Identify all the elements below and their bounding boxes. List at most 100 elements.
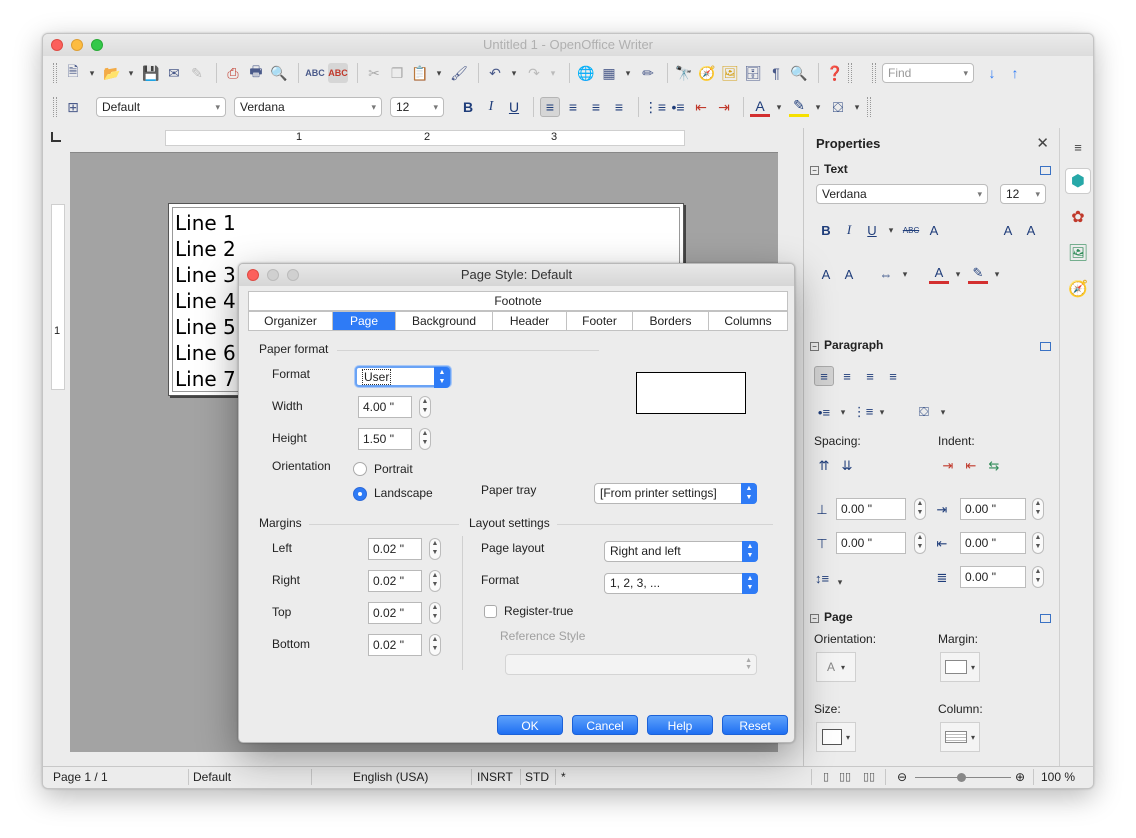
paper-tray-select[interactable]: [From printer settings] ▲ ▼: [594, 483, 757, 504]
ok-button[interactable]: OK: [497, 715, 563, 735]
bottom-margin-field[interactable]: 0.02 ": [368, 634, 422, 656]
highlight-dropdown-icon[interactable]: ▾: [991, 264, 1003, 284]
paragraph-section-header[interactable]: − Paragraph: [810, 338, 883, 352]
zoom-out-icon[interactable]: ⊖: [897, 770, 907, 784]
new-document-icon[interactable]: 🗎: [63, 63, 83, 83]
background-color-dropdown-icon[interactable]: ▾: [851, 97, 863, 117]
increase-indent-icon[interactable]: ⇥: [714, 97, 734, 117]
justify-icon[interactable]: ≡: [883, 366, 903, 386]
subscript-icon[interactable]: A: [839, 264, 859, 284]
decrease-font-icon[interactable]: A: [1021, 220, 1041, 240]
email-icon[interactable]: ✉: [164, 63, 184, 83]
paragraph-style-combo[interactable]: Default ▾: [96, 97, 226, 117]
bottom-margin-stepper[interactable]: ▲ ▼: [429, 634, 441, 656]
width-field[interactable]: 4.00 ": [358, 396, 412, 418]
toolbar-grip[interactable]: [53, 63, 57, 83]
line-spacing-icon[interactable]: ↕≡: [812, 568, 832, 588]
find-replace-icon[interactable]: 🔭: [674, 63, 694, 83]
first-line-stepper[interactable]: ▲ ▼: [1032, 566, 1044, 588]
decrease-indent-icon[interactable]: ⇤: [691, 97, 711, 117]
height-field[interactable]: 1.50 ": [358, 428, 412, 450]
top-margin-field[interactable]: 0.02 ": [368, 602, 422, 624]
undo-dropdown-icon[interactable]: ▾: [508, 63, 520, 83]
data-sources-icon[interactable]: 🗄: [743, 63, 763, 83]
top-margin-stepper[interactable]: ▲ ▼: [429, 602, 441, 624]
navigator-deck-icon[interactable]: 🧭: [1065, 276, 1091, 302]
open-folder-icon[interactable]: 📂: [102, 63, 122, 83]
open-dropdown-icon[interactable]: ▾: [125, 63, 137, 83]
more-options-icon[interactable]: [1040, 614, 1051, 623]
indent-before-stepper[interactable]: ▲ ▼: [1032, 498, 1044, 520]
zoom-window-button[interactable]: [91, 39, 103, 51]
autospellcheck-icon[interactable]: ABC: [328, 63, 348, 83]
sidebar-font-combo[interactable]: Verdana ▾: [816, 184, 988, 204]
toolbar-grip-end[interactable]: [848, 63, 852, 83]
language-status[interactable]: English (USA): [353, 770, 428, 784]
gallery-deck-icon[interactable]: 🖼: [1065, 240, 1091, 266]
find-next-icon[interactable]: ↓: [982, 63, 1002, 83]
align-right-icon[interactable]: ≡: [586, 97, 606, 117]
zoom-slider-handle[interactable]: [957, 773, 966, 782]
layout-format-select[interactable]: 1, 2, 3, ... ▲ ▼: [604, 573, 758, 594]
tab-background[interactable]: Background: [396, 312, 493, 330]
hanging-indent-icon[interactable]: ⇆: [984, 456, 1004, 476]
gallery-icon[interactable]: 🖼: [720, 63, 740, 83]
underline-icon[interactable]: U: [862, 220, 882, 240]
redo-icon[interactable]: ↷: [524, 63, 544, 83]
increase-font-icon[interactable]: A: [998, 220, 1018, 240]
above-spacing-field[interactable]: 0.00 ": [836, 498, 906, 520]
left-margin-stepper[interactable]: ▲ ▼: [429, 538, 441, 560]
strikethrough-icon[interactable]: ABC: [901, 220, 921, 240]
font-name-combo[interactable]: Verdana ▾: [234, 97, 382, 117]
cut-icon[interactable]: ✂: [364, 63, 384, 83]
zoom-in-icon[interactable]: ⊕: [1015, 770, 1025, 784]
cancel-button[interactable]: Cancel: [572, 715, 638, 735]
numbering-icon[interactable]: ⋮≡: [644, 97, 666, 117]
undo-icon[interactable]: ↶: [485, 63, 505, 83]
find-toolbar-grip[interactable]: [872, 63, 876, 83]
toolbar-grip-end[interactable]: [867, 97, 871, 117]
clone-formatting-icon[interactable]: 🖌: [449, 63, 469, 83]
above-spacing-stepper[interactable]: ▲ ▼: [914, 498, 926, 520]
vertical-ruler[interactable]: 1: [51, 204, 65, 390]
bold-icon[interactable]: B: [816, 220, 836, 240]
edit-file-icon[interactable]: ✎: [187, 63, 207, 83]
sidebar-menu-icon[interactable]: ≡: [1065, 134, 1091, 160]
tab-footnote[interactable]: Footnote: [249, 292, 787, 310]
new-dropdown-icon[interactable]: ▾: [86, 63, 98, 83]
close-window-button[interactable]: [51, 39, 63, 51]
bullets-dropdown-icon[interactable]: ▾: [837, 402, 849, 422]
save-icon[interactable]: 💾: [141, 63, 161, 83]
indent-after-stepper[interactable]: ▲ ▼: [1032, 532, 1044, 554]
right-margin-field[interactable]: 0.02 ": [368, 570, 422, 592]
find-input[interactable]: Find ▾: [882, 63, 974, 83]
reset-button[interactable]: Reset: [722, 715, 788, 735]
register-true-checkbox[interactable]: [484, 605, 497, 618]
page-style-status[interactable]: Default: [193, 770, 231, 784]
height-stepper[interactable]: ▲ ▼: [419, 428, 431, 450]
spacing-dropdown-icon[interactable]: ▾: [899, 264, 911, 284]
book-view-icon[interactable]: ▯▯: [863, 770, 875, 783]
numbering-icon[interactable]: ⋮≡: [853, 402, 874, 422]
help-button[interactable]: Help: [647, 715, 713, 735]
portrait-label[interactable]: Portrait: [374, 462, 413, 476]
more-options-icon[interactable]: [1040, 166, 1051, 175]
dialog-close-button[interactable]: [247, 269, 259, 281]
print-preview-icon[interactable]: 🔍: [269, 63, 289, 83]
character-spacing-icon[interactable]: ⇔: [876, 264, 896, 284]
spellcheck-icon[interactable]: ABC: [305, 63, 325, 83]
styles-deck-icon[interactable]: ✿: [1065, 204, 1091, 230]
font-size-combo[interactable]: 12 ▾: [390, 97, 444, 117]
zoom-level[interactable]: 100 %: [1041, 770, 1075, 784]
superscript-icon[interactable]: A: [816, 264, 836, 284]
selection-mode-status[interactable]: STD: [525, 770, 549, 784]
font-color-dropdown-icon[interactable]: ▾: [952, 264, 964, 284]
toolbar-grip[interactable]: [53, 97, 57, 117]
right-margin-stepper[interactable]: ▲ ▼: [429, 570, 441, 592]
page-size-button[interactable]: ▾: [816, 722, 856, 752]
numbering-dropdown-icon[interactable]: ▾: [876, 402, 888, 422]
font-color-icon[interactable]: A: [929, 264, 949, 284]
align-center-icon[interactable]: ≡: [837, 366, 857, 386]
find-dropdown-icon[interactable]: ▾: [963, 68, 968, 79]
horizontal-ruler[interactable]: 1 2 3: [165, 130, 685, 146]
